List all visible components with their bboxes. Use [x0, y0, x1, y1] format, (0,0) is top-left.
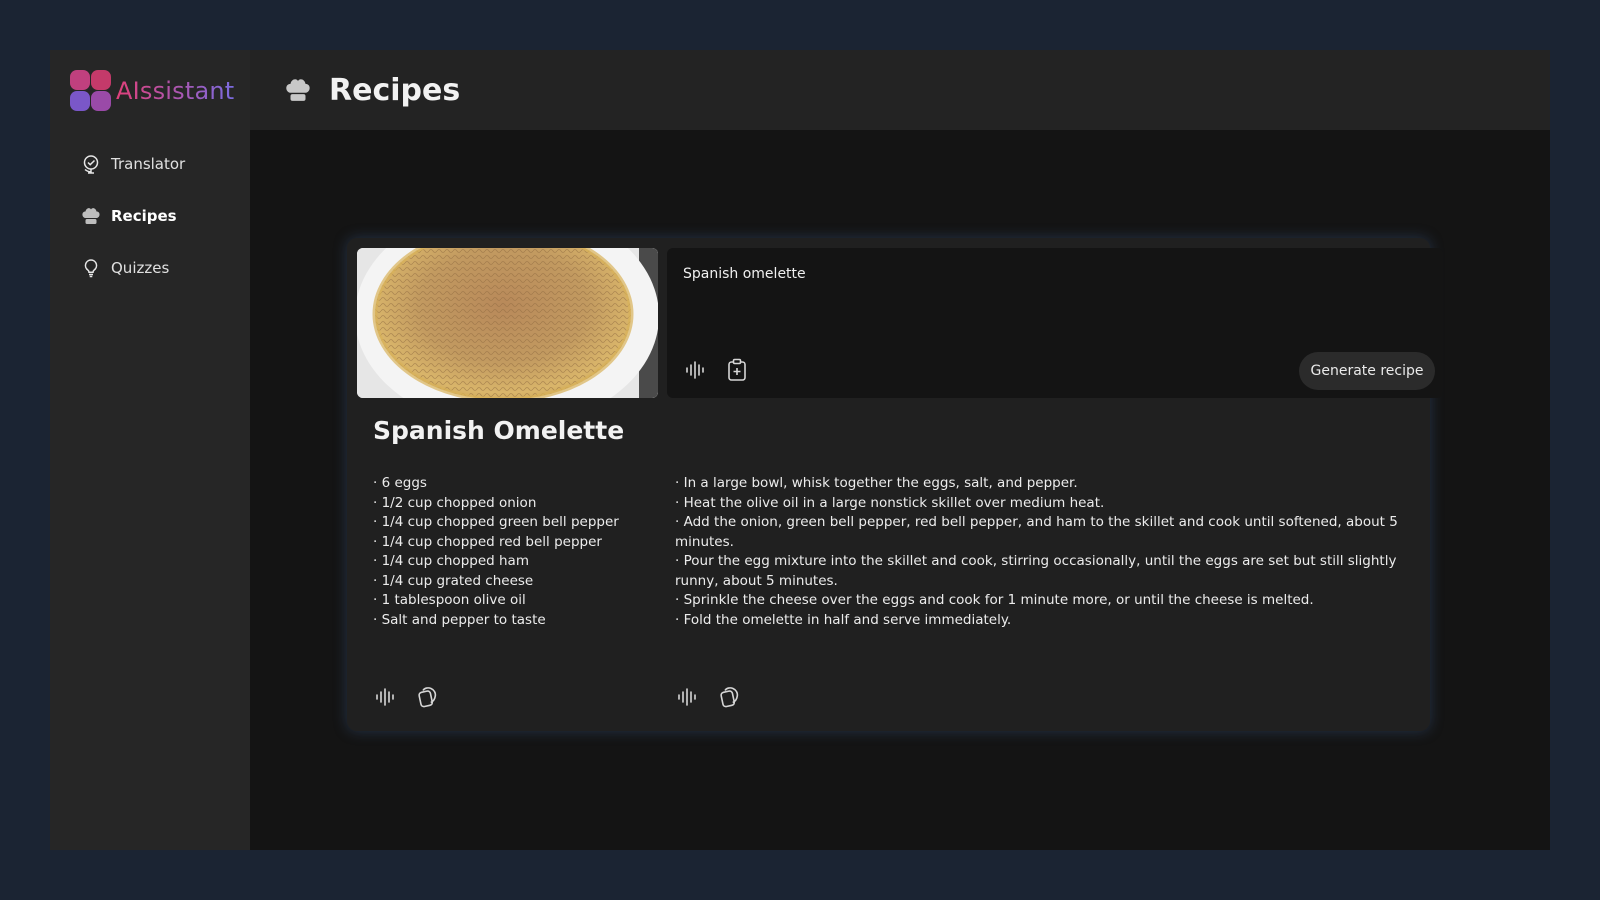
chef-hat-icon — [283, 75, 313, 105]
audio-wave-icon[interactable] — [682, 357, 708, 383]
step-item: Fold the omelette in half and serve imme… — [675, 611, 1415, 631]
ingredient-item: Salt and pepper to taste — [373, 611, 663, 631]
sidebar-item-quizzes[interactable]: Quizzes — [50, 242, 250, 294]
app-window: AIssistant Translator Recipes Quizzes Re… — [50, 50, 1550, 850]
step-item: Pour the egg mixture into the skillet an… — [675, 552, 1415, 591]
steps-audio-wave-icon[interactable] — [674, 684, 700, 710]
sidebar-item-recipes[interactable]: Recipes — [50, 190, 250, 242]
recipe-prompt-input[interactable]: Spanish omelette — [683, 266, 806, 282]
sidebar-item-label: Quizzes — [111, 259, 170, 277]
sidebar-nav: Translator Recipes Quizzes — [50, 138, 250, 294]
lightbulb-icon — [80, 257, 102, 279]
page-header: Recipes — [250, 50, 1550, 130]
ingredients-list: 6 eggs 1/2 cup chopped onion 1/4 cup cho… — [373, 474, 663, 630]
recipe-prompt-box[interactable]: Spanish omelette Generate recipe — [667, 248, 1443, 398]
clipboard-add-icon[interactable] — [724, 357, 750, 383]
app-name: AIssistant — [116, 77, 235, 105]
ingredient-item: 1/2 cup chopped onion — [373, 494, 663, 514]
page-title: Recipes — [329, 72, 461, 108]
sidebar-item-label: Translator — [111, 155, 186, 173]
steps-list: In a large bowl, whisk together the eggs… — [675, 474, 1415, 630]
ingredient-item: 1/4 cup chopped green bell pepper — [373, 513, 663, 533]
sidebar-item-translator[interactable]: Translator — [50, 138, 250, 190]
sidebar-item-label: Recipes — [111, 207, 177, 225]
recipe-image — [357, 248, 658, 398]
ingredient-item: 6 eggs — [373, 474, 663, 494]
recipe-title: Spanish Omelette — [373, 416, 625, 445]
main-content: Recipes Spanish omelette Generate recipe… — [250, 50, 1550, 850]
step-item: Add the onion, green bell pepper, red be… — [675, 513, 1415, 552]
step-item: In a large bowl, whisk together the eggs… — [675, 474, 1415, 494]
ingredients-audio-wave-icon[interactable] — [372, 684, 398, 710]
ingredient-item: 1/4 cup chopped red bell pepper — [373, 533, 663, 553]
generate-recipe-button[interactable]: Generate recipe — [1299, 352, 1435, 390]
step-item: Heat the olive oil in a large nonstick s… — [675, 494, 1415, 514]
app-logo[interactable]: AIssistant — [70, 70, 234, 112]
ingredients-copy-icon[interactable] — [414, 684, 440, 710]
ingredient-item: 1/4 cup grated cheese — [373, 572, 663, 592]
logo-mark-icon — [70, 70, 112, 112]
chef-hat-icon — [80, 205, 102, 227]
step-item: Sprinkle the cheese over the eggs and co… — [675, 591, 1415, 611]
ingredient-item: 1/4 cup chopped ham — [373, 552, 663, 572]
steps-copy-icon[interactable] — [716, 684, 742, 710]
sidebar: AIssistant Translator Recipes Quizzes — [50, 50, 250, 850]
recipe-card: Spanish omelette Generate recipe Spanish… — [347, 238, 1443, 731]
ingredient-item: 1 tablespoon olive oil — [373, 591, 663, 611]
globe-check-icon — [80, 153, 102, 175]
